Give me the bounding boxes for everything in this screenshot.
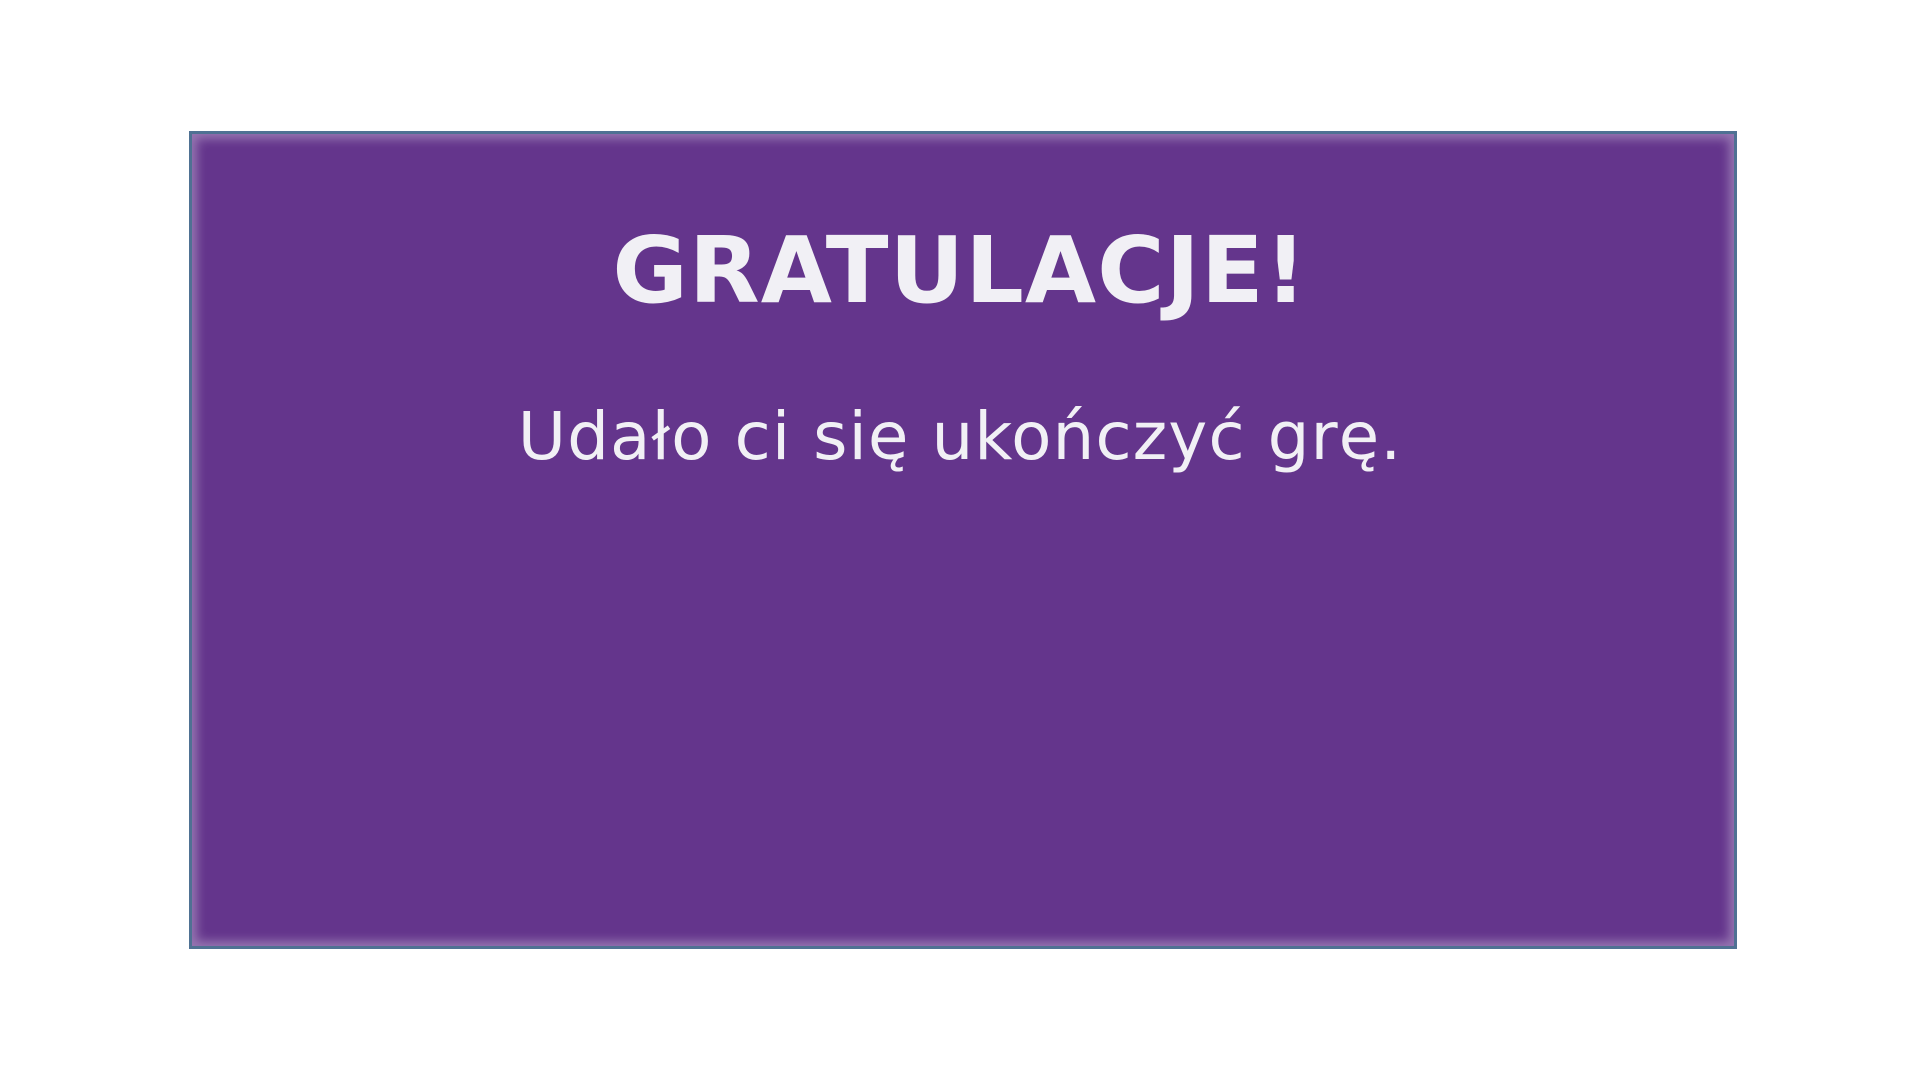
congratulations-title: GRATULACJE! <box>612 217 1308 324</box>
game-end-screen: GRATULACJE! Udało ci się ukończyć grę. <box>0 0 1920 1080</box>
completion-message: Udało ci się ukończyć grę. <box>517 398 1403 475</box>
